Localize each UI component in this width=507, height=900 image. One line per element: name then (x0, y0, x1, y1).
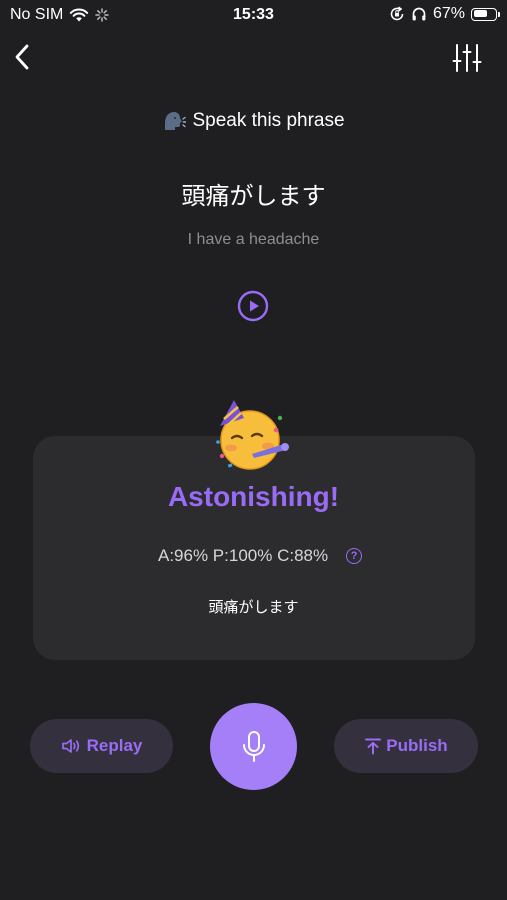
back-button[interactable] (8, 40, 36, 74)
play-audio-button[interactable] (237, 290, 269, 322)
speaker-icon (61, 739, 79, 753)
prompt-label: Speak this phrase (192, 110, 345, 131)
record-button[interactable] (210, 703, 297, 790)
publish-icon (365, 738, 382, 755)
status-bar: No SIM 15:33 67% (0, 0, 507, 32)
partying-face-emoji (216, 400, 289, 470)
publish-label: Publish (386, 736, 448, 755)
publish-button[interactable]: Publish (334, 719, 478, 773)
headphones-icon (412, 7, 426, 21)
phrase-translation: I have a headache (187, 231, 320, 248)
replay-label: Replay (86, 736, 143, 755)
sliders-icon (452, 44, 482, 72)
help-icon[interactable]: ? (346, 548, 363, 564)
target-phrase: 頭痛がします (181, 182, 326, 210)
status-right: 67% (389, 5, 500, 23)
play-circle-icon (237, 290, 269, 322)
score-text: A:96% P:100% C:88% (158, 546, 329, 565)
prompt-header: Speak this phrase (0, 110, 507, 132)
recognized-text: 頭痛がします (208, 598, 299, 616)
settings-button[interactable] (451, 42, 483, 74)
replay-button[interactable]: Replay (30, 719, 173, 773)
battery-fill (473, 10, 487, 17)
battery-icon (471, 7, 500, 21)
result-title: Astonishing! (167, 481, 340, 512)
chevron-left-icon (15, 44, 29, 70)
speaking-head-emoji (165, 112, 187, 130)
microphone-icon (242, 730, 265, 762)
score-row: A:96% P:100% C:88% ? (158, 546, 363, 566)
battery-percent: 67% (432, 5, 465, 22)
orientation-lock-icon (390, 6, 404, 21)
